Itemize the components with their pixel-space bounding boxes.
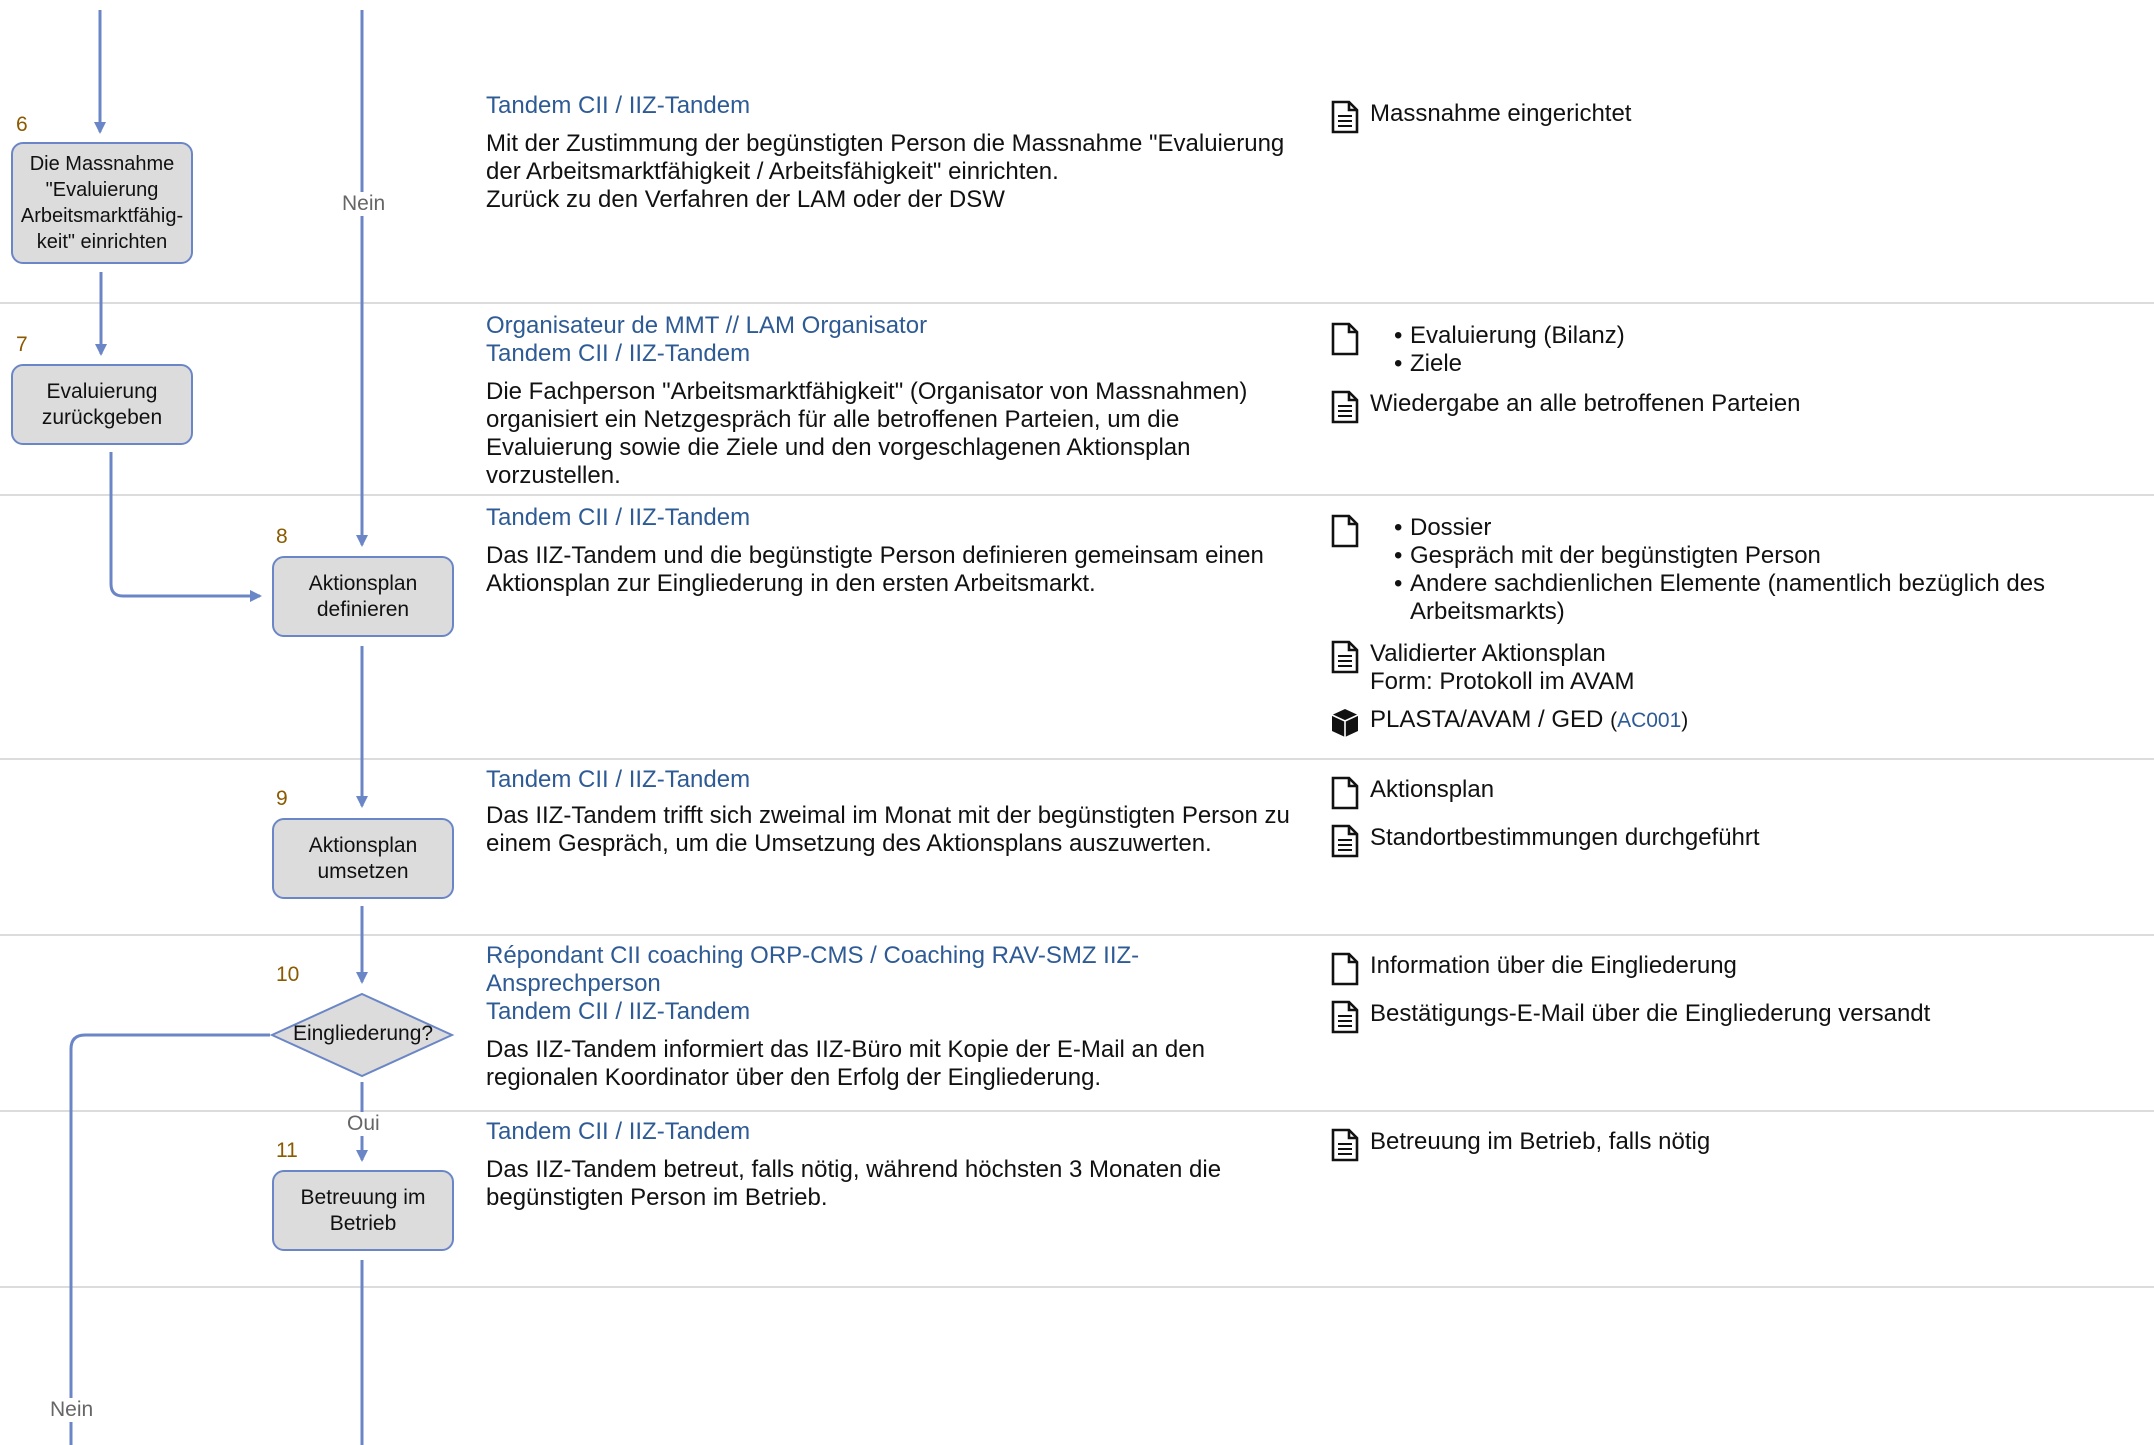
output-item: Information über die Eingliederung xyxy=(1330,952,2130,986)
output-list: Evaluierung (Bilanz) Ziele xyxy=(1394,322,1625,378)
system-name: PLASTA/AVAM / GED xyxy=(1370,706,1604,733)
actor-label: Répondant CII coaching ORP-CMS / Coachin… xyxy=(486,942,1140,997)
actor-label: Tandem CII / IIZ-Tandem xyxy=(486,766,751,793)
description-text: Die Fachperson "Arbeitsmarktfähigkeit" (… xyxy=(486,378,1248,489)
output-text: Validierter Aktionsplan Form: Protokoll … xyxy=(1370,640,1635,695)
document-icon xyxy=(1331,776,1359,810)
node-step-9[interactable]: Aktionsplan umsetzen xyxy=(272,818,454,899)
document-icon xyxy=(1331,322,1359,356)
node-step-7[interactable]: Evaluierung zurückgeben xyxy=(11,364,193,445)
output-text: Massnahme eingerichtet xyxy=(1370,100,1632,127)
output-item: Massnahme eingerichtet xyxy=(1330,100,2130,134)
description-text: Das IIZ-Tandem trifft sich zweimal im Mo… xyxy=(486,802,1290,857)
output-item: Standortbestimmungen durchgeführt xyxy=(1330,824,2130,858)
row-description-6: Tandem CII / IIZ-Tandem Mit der Zustimmu… xyxy=(486,92,1306,214)
output-text: Standortbestimmungen durchgeführt xyxy=(1370,824,1760,851)
step-number: 9 xyxy=(276,787,288,810)
row-description-8: Tandem CII / IIZ-Tandem Das IIZ-Tandem u… xyxy=(486,504,1306,598)
node-step-11[interactable]: Betreuung im Betrieb xyxy=(272,1170,454,1251)
output-text: Bestätigungs-E-Mail über die Eingliederu… xyxy=(1370,1000,1931,1027)
output-item: Aktionsplan xyxy=(1330,776,2130,810)
edge-label-nein-top: Nein xyxy=(340,192,388,216)
document-icon xyxy=(1331,514,1359,548)
output-item: Bestätigungs-E-Mail über die Eingliederu… xyxy=(1330,1000,2130,1034)
output-text: Aktionsplan xyxy=(1370,776,1495,803)
output-item: Dossier Gespräch mit der begünstigten Pe… xyxy=(1330,514,2130,626)
actor-label: Tandem CII / IIZ-Tandem xyxy=(486,504,751,531)
cube-icon xyxy=(1331,709,1359,737)
actor-label: Tandem CII / IIZ-Tandem xyxy=(486,998,751,1025)
document-lines-icon xyxy=(1331,824,1359,858)
step-number: 7 xyxy=(16,333,28,356)
paren-open: ( xyxy=(1610,709,1618,732)
row-description-9: Tandem CII / IIZ-Tandem Das IIZ-Tandem t… xyxy=(486,766,1306,858)
actor-label: Organisateur de MMT // LAM Organisator xyxy=(486,312,928,339)
edge-label-oui: Oui xyxy=(345,1112,382,1136)
output-item: Validierter Aktionsplan Form: Protokoll … xyxy=(1330,640,2130,696)
paren-close: ) xyxy=(1681,709,1689,732)
node-step-10-label[interactable]: Eingliederung? xyxy=(272,1020,454,1048)
output-item: Wiedergabe an alle betroffenen Parteien xyxy=(1330,390,2130,424)
list-item: Ziele xyxy=(1394,350,1625,378)
row-outputs-11: Betreuung im Betrieb, falls nötig xyxy=(1330,1128,2130,1176)
output-text: Information über die Eingliederung xyxy=(1370,952,1737,979)
row-description-7: Organisateur de MMT // LAM Organisator T… xyxy=(486,312,1306,490)
description-text: Das IIZ-Tandem betreut, falls nötig, wäh… xyxy=(486,1156,1222,1211)
edge-7-8 xyxy=(109,452,262,602)
document-lines-icon xyxy=(1331,640,1359,674)
document-lines-icon xyxy=(1331,1000,1359,1034)
description-text: Das IIZ-Tandem informiert das IIZ-Büro m… xyxy=(486,1036,1205,1091)
step-number: 8 xyxy=(276,525,288,548)
actor-label: Tandem CII / IIZ-Tandem xyxy=(486,92,751,119)
list-item: Gespräch mit der begünstigten Person xyxy=(1394,542,2094,570)
output-text: Wiedergabe an alle betroffenen Parteien xyxy=(1370,390,1801,417)
row-outputs-10: Information über die Eingliederung Bestä… xyxy=(1330,952,2130,1048)
step-number: 11 xyxy=(276,1139,298,1162)
step-number: 10 xyxy=(276,963,300,986)
list-item: Evaluierung (Bilanz) xyxy=(1394,322,1625,350)
document-lines-icon xyxy=(1331,1128,1359,1162)
node-step-8[interactable]: Aktionsplan definieren xyxy=(272,556,454,637)
row-outputs-8: Dossier Gespräch mit der begünstigten Pe… xyxy=(1330,514,2130,754)
row-description-11: Tandem CII / IIZ-Tandem Das IIZ-Tandem b… xyxy=(486,1118,1306,1212)
output-text: Betreuung im Betrieb, falls nötig xyxy=(1370,1128,1711,1155)
row-outputs-6: Massnahme eingerichtet xyxy=(1330,100,2130,148)
document-lines-icon xyxy=(1331,100,1359,134)
document-lines-icon xyxy=(1331,390,1359,424)
output-text: PLASTA/AVAM / GED (AC001) xyxy=(1370,706,1688,735)
step-number: 6 xyxy=(16,113,28,136)
output-item: Betreuung im Betrieb, falls nötig xyxy=(1330,1128,2130,1162)
output-list: Dossier Gespräch mit der begünstigten Pe… xyxy=(1394,514,2094,626)
edge-label-nein-bottom: Nein xyxy=(48,1398,96,1422)
output-item: PLASTA/AVAM / GED (AC001) xyxy=(1330,706,2130,740)
row-description-10: Répondant CII coaching ORP-CMS / Coachin… xyxy=(486,942,1205,1092)
list-item: Dossier xyxy=(1394,514,2094,542)
list-item: Andere sachdienlichen Elemente (namentli… xyxy=(1394,570,2094,626)
output-item: Evaluierung (Bilanz) Ziele xyxy=(1330,322,2130,378)
row-outputs-7: Evaluierung (Bilanz) Ziele Wiedergabe an… xyxy=(1330,322,2130,438)
description-text: Das IIZ-Tandem und die begünstigte Perso… xyxy=(486,542,1264,597)
actor-label: Tandem CII / IIZ-Tandem xyxy=(486,1118,751,1145)
actor-label: Tandem CII / IIZ-Tandem xyxy=(486,340,751,367)
description-text: Mit der Zustimmung der begünstigten Pers… xyxy=(486,130,1285,213)
node-step-6[interactable]: Die Massnahme "Evaluierung Arbeitsmarktf… xyxy=(11,142,193,264)
reference-link[interactable]: AC001 xyxy=(1617,709,1681,732)
row-outputs-9: Aktionsplan Standortbestimmungen durchge… xyxy=(1330,776,2130,872)
document-icon xyxy=(1331,952,1359,986)
edge-nein-bottom xyxy=(69,1033,270,1445)
